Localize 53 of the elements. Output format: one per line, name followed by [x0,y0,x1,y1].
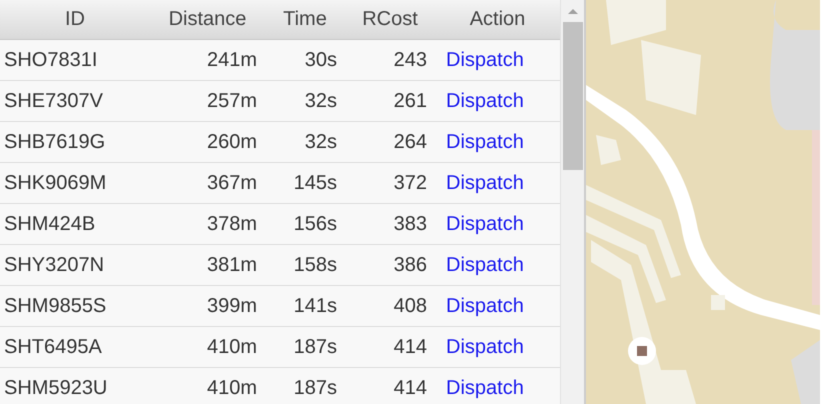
table-cell-text: 243 [394,48,427,73]
column-header: Distance [168,7,248,32]
dispatch-link[interactable]: Dispatch [446,327,524,367]
scroll-up-icon[interactable] [566,8,578,15]
dispatch-link[interactable]: Dispatch [446,81,524,121]
table-cell-text: 410m [206,335,257,360]
table-cell-text: SHO7831I [4,48,98,73]
table-cell-text: 372 [394,171,427,196]
table-cell-text: 32s [304,130,337,155]
dispatch-link[interactable]: Dispatch [446,286,524,326]
table-cell-text: 158s [294,253,337,278]
dispatch-link[interactable]: Dispatch [446,122,524,162]
table-cell-text: 187s [294,335,337,360]
table-cell-text: 367m [206,171,257,196]
dispatch-link[interactable]: Dispatch [446,245,524,285]
table-cell-text: 381m [206,253,257,278]
table-cell-text: 408 [394,294,427,319]
table-cell-text: 383 [394,212,427,237]
table-cell-text: 260m [206,130,257,155]
table-cell-text: 399m [206,294,257,319]
table-cell-text: 261 [394,89,427,114]
table-cell-text: 145s [294,171,337,196]
dispatch-link[interactable]: Dispatch [446,40,524,80]
column-header: RCost [361,7,419,32]
table-cell-text: SHM9855S [4,294,106,319]
dispatch-link[interactable]: Dispatch [446,163,524,203]
table-cell-text: SHB7619G [4,130,106,155]
table-cell-text: 241m [206,48,257,73]
column-header: Action [468,7,526,32]
table-cell-text: 378m [206,212,257,237]
table-cell-text: 30s [304,48,337,73]
table-cell-text: SHY3207N [4,253,104,278]
table-cell-text: 32s [304,89,337,114]
table-cell-text: SHK9069M [4,171,106,196]
table-cell-text: 264 [394,130,427,155]
table-cell-text: 141s [294,294,337,319]
column-header: Time [282,7,328,32]
scrollbar-thumb[interactable] [562,22,582,170]
dispatch-link[interactable]: Dispatch [446,204,524,244]
table-cell-text: 414 [394,335,427,360]
dispatch-link[interactable]: Dispatch [446,368,524,404]
scrollbar[interactable] [560,0,586,404]
table-cell-text: SHE7307V [4,89,103,114]
table-cell-text: 410m [206,376,257,401]
table-cell-text: SHT6495A [4,335,102,360]
column-header: ID [64,7,86,32]
table-cell-text: SHM424B [4,212,96,237]
table-cell-text: 187s [294,376,337,401]
table-cell-text: 257m [206,89,257,114]
table-cell-text: 414 [394,376,427,401]
table-cell-text: 386 [394,253,427,278]
table-cell-text: SHM5923U [4,376,108,401]
table-cell-text: 156s [294,212,337,237]
